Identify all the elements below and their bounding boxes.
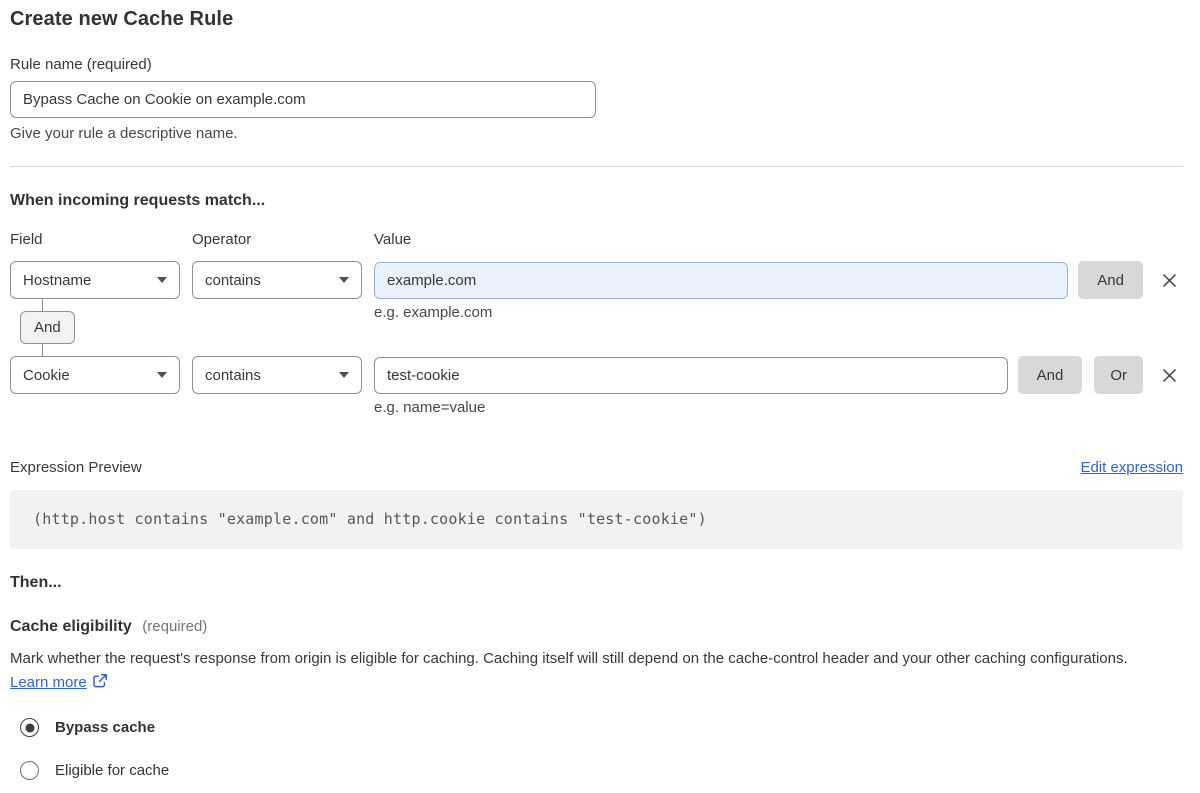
field-column-label: Field bbox=[10, 231, 43, 248]
page-title: Create new Cache Rule bbox=[10, 8, 234, 30]
match-rows: Hostname contains And e.g. example.com A… bbox=[10, 261, 1183, 417]
radio-button-icon[interactable] bbox=[20, 718, 39, 737]
operator-select[interactable]: contains bbox=[192, 261, 362, 299]
description-text: Mark whether the request's response from… bbox=[10, 650, 1128, 667]
value-input[interactable] bbox=[374, 356, 1008, 394]
rule-name-group: Rule name (required) Give your rule a de… bbox=[10, 56, 1183, 142]
learn-more-link[interactable]: Learn more bbox=[10, 674, 87, 691]
add-or-condition-button[interactable]: Or bbox=[1094, 356, 1143, 394]
value-column-label: Value bbox=[374, 231, 412, 248]
column-labels: Field Operator Value bbox=[10, 231, 1183, 248]
value-hint: e.g. example.com bbox=[374, 304, 493, 321]
chevron-down-icon bbox=[157, 277, 167, 283]
cache-eligibility-description: Mark whether the request's response from… bbox=[10, 647, 1165, 695]
expression-code-block: (http.host contains "example.com" and ht… bbox=[10, 490, 1183, 549]
chevron-down-icon bbox=[157, 372, 167, 378]
cache-eligibility-heading-row: Cache eligibility (required) bbox=[10, 618, 1183, 636]
field-select[interactable]: Hostname bbox=[10, 261, 180, 299]
radio-button-icon[interactable] bbox=[20, 761, 39, 780]
close-icon bbox=[1162, 273, 1176, 287]
value-input[interactable] bbox=[374, 261, 1069, 299]
and-connector-button[interactable]: And bbox=[20, 311, 75, 344]
rule-name-help: Give your rule a descriptive name. bbox=[10, 125, 238, 142]
operator-column-label: Operator bbox=[192, 231, 252, 248]
add-and-condition-button[interactable]: And bbox=[1017, 356, 1083, 394]
expression-preview-header: Expression Preview Edit expression bbox=[10, 459, 1183, 476]
radio-option-eligible-for-cache[interactable]: Eligible for cache bbox=[20, 761, 1183, 780]
operator-select[interactable]: contains bbox=[192, 356, 362, 394]
operator-select-value: contains bbox=[205, 271, 261, 289]
expression-preview-label: Expression Preview bbox=[10, 459, 142, 476]
field-select-value: Cookie bbox=[23, 366, 70, 384]
match-row-2: Cookie contains And Or bbox=[10, 356, 1183, 394]
field-select-value: Hostname bbox=[23, 271, 92, 289]
edit-expression-link[interactable]: Edit expression bbox=[1080, 459, 1183, 476]
remove-condition-button[interactable] bbox=[1155, 356, 1183, 394]
remove-condition-button[interactable] bbox=[1155, 261, 1183, 299]
value-hint: e.g. name=value bbox=[374, 399, 486, 416]
section-divider bbox=[10, 166, 1183, 167]
field-select[interactable]: Cookie bbox=[10, 356, 180, 394]
create-cache-rule-page: Create new Cache Rule Rule name (require… bbox=[0, 0, 1200, 780]
radio-option-label: Eligible for cache bbox=[55, 762, 170, 779]
required-note: (required) bbox=[142, 618, 208, 635]
match-row-1: Hostname contains And bbox=[10, 261, 1183, 299]
radio-option-bypass-cache[interactable]: Bypass cache bbox=[20, 718, 1183, 737]
cache-eligibility-heading: Cache eligibility bbox=[10, 618, 132, 635]
add-and-condition-button[interactable]: And bbox=[1078, 261, 1143, 299]
then-heading: Then... bbox=[10, 574, 62, 591]
chevron-down-icon bbox=[339, 372, 349, 378]
operator-select-value: contains bbox=[205, 366, 261, 384]
close-icon bbox=[1162, 368, 1176, 382]
match-heading: When incoming requests match... bbox=[10, 192, 266, 209]
external-link-icon bbox=[92, 674, 107, 688]
expression-code: (http.host contains "example.com" and ht… bbox=[33, 510, 707, 528]
radio-option-label: Bypass cache bbox=[55, 719, 156, 736]
rule-name-input[interactable] bbox=[10, 81, 596, 118]
rule-name-label: Rule name (required) bbox=[10, 56, 152, 73]
chevron-down-icon bbox=[339, 277, 349, 283]
